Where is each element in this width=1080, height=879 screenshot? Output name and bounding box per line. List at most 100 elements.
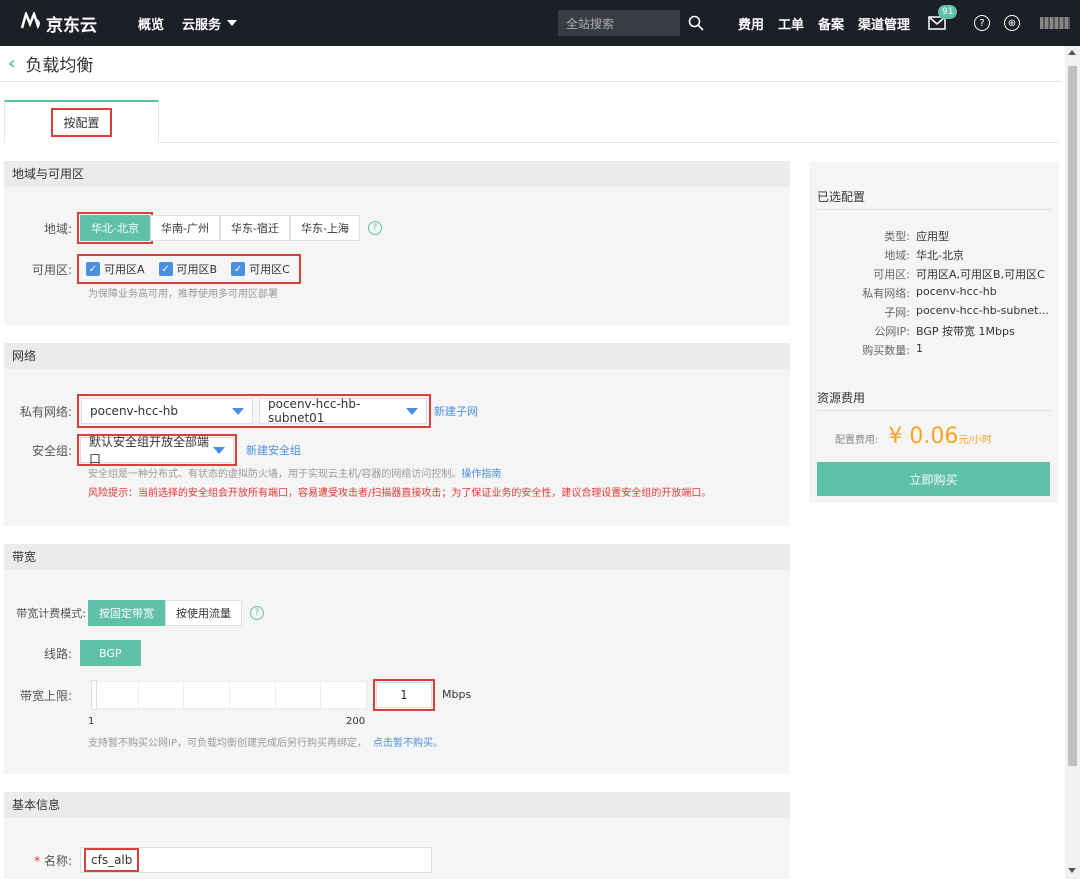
logo-text: 京东云 <box>46 15 97 36</box>
region-option-shanghai[interactable]: 华东-上海 <box>289 215 360 241</box>
az-checkbox-a[interactable]: ✓ 可用区A <box>86 261 145 277</box>
line-bgp-button[interactable]: BGP <box>80 640 141 666</box>
summary-row-subnet: 子网: pocenv-hcc-hb-subnet... <box>884 304 1049 319</box>
vpc-select[interactable]: pocenv-hcc-hb <box>81 398 253 424</box>
bandwidth-input[interactable]: 1 <box>373 679 435 711</box>
sg-hint-text: 安全组是一种分布式、有状态的虚拟防火墙，用于实现云主机/容器的网络访问控制。 <box>88 469 462 480</box>
summary-row-region: 地域: 华北-北京 <box>884 249 964 262</box>
nav-overview[interactable]: 概览 <box>138 14 164 33</box>
az-a-label: 可用区A <box>104 263 145 276</box>
global-search-input[interactable]: 全站搜索 <box>557 10 680 36</box>
scroll-up-icon[interactable] <box>1068 50 1076 55</box>
bandwidth-note-text: 支持暂不购买公网IP，可负载均衡创建完成后另行购买再绑定， <box>88 738 367 749</box>
top-nav-bar: 京东云 概览 云服务 全站搜索 费用 工单 备案 渠道管理 91 ? ⊕ <box>0 0 1080 46</box>
az-hint: 为保障业务高可用，推荐使用多可用区部署 <box>88 289 278 300</box>
purchase-tabs: 按配置 <box>4 100 1059 143</box>
message-count-badge: 91 <box>938 5 958 19</box>
sg-guide-link[interactable]: 操作指南 <box>461 465 501 480</box>
subnet-select[interactable]: pocenv-hcc-hb-subnet01 <box>259 397 427 425</box>
az-c-label: 可用区C <box>249 263 290 276</box>
sg-row: 安全组: 默认安全组开放全部端口 新建安全组 <box>4 434 301 466</box>
region-option-beijing[interactable]: 华北-北京 <box>77 212 153 244</box>
price-value: ¥ 0.06 <box>888 424 959 449</box>
mode-fixed-bandwidth[interactable]: 按固定带宽 <box>88 600 165 626</box>
billing-help-icon[interactable]: ? <box>250 606 264 620</box>
back-arrow-icon[interactable]: ‹ <box>8 53 15 74</box>
checkmark-icon: ✓ <box>86 262 100 276</box>
vpc-label: 私有网络: <box>19 404 72 419</box>
summary-row-vpc: 私有网络: pocenv-hcc-hb <box>862 285 997 300</box>
order-summary-panel: 已选配置 类型: 应用型 地域: 华北-北京 可用区: 可用区A,可用区B,可用区C … <box>809 162 1059 503</box>
skip-ip-link[interactable]: 点击暂不购买。 <box>373 734 443 749</box>
slider-min: 1 <box>88 716 95 727</box>
security-group-select[interactable]: 默认安全组开放全部端口 <box>77 434 237 466</box>
jdcloud-logo[interactable]: 京东云 <box>20 10 120 36</box>
page-header: ‹ 负载均衡 <box>0 46 1062 82</box>
slider-max: 200 <box>346 716 366 727</box>
section-title: 带宽 <box>4 544 790 570</box>
line-label: 线路: <box>43 646 72 661</box>
line-row: 线路: BGP <box>4 640 141 666</box>
bandwidth-section: 带宽 带宽计费模式: 按固定带宽 按使用流量 ? 线路: BGP 带宽上限: 1… <box>4 544 790 774</box>
bandwidth-note: 支持暂不购买公网IP，可负载均衡创建完成后另行购买再绑定， 点击暂不购买。 <box>88 734 443 749</box>
page-scrollbar[interactable] <box>1065 46 1080 879</box>
user-avatar[interactable] <box>1040 17 1070 29</box>
region-option-suqian[interactable]: 华东-宿迁 <box>219 215 290 241</box>
nav-cloud-services-label: 云服务 <box>182 17 222 33</box>
region-section: 地域与可用区 地域: 华北-北京 华南-广州 华东-宿迁 华东-上海 ? 可用区… <box>4 161 790 325</box>
scroll-down-icon[interactable] <box>1068 868 1076 873</box>
name-input[interactable]: cfs_alb <box>80 847 432 873</box>
vpc-select-group: pocenv-hcc-hb pocenv-hcc-hb-subnet01 <box>77 394 431 428</box>
nav-filing[interactable]: 备案 <box>818 14 844 33</box>
search-icon[interactable] <box>680 10 712 36</box>
billing-mode-label: 带宽计费模式: <box>16 607 86 620</box>
price-row: 配置费用: ¥ 0.06 元/小时 <box>835 424 992 449</box>
nav-cloud-services[interactable]: 云服务 <box>182 14 238 33</box>
billing-mode-selector: 按固定带宽 按使用流量 <box>88 600 242 626</box>
region-help-icon[interactable]: ? <box>367 221 382 235</box>
sg-label: 安全组: <box>31 443 72 458</box>
nav-billing[interactable]: 费用 <box>738 14 764 33</box>
mode-traffic[interactable]: 按使用流量 <box>165 600 242 626</box>
vpc-row: 私有网络: pocenv-hcc-hb pocenv-hcc-hb-subnet… <box>4 394 478 428</box>
sg-hint: 安全组是一种分布式、有状态的虚拟防火墙，用于实现云主机/容器的网络访问控制。 操… <box>88 465 501 480</box>
new-security-group-link[interactable]: 新建安全组 <box>246 442 301 458</box>
section-title: 网络 <box>4 343 790 369</box>
basic-info-section: 基本信息 * 名称: cfs_alb <box>4 792 790 879</box>
summary-title: 已选配置 <box>817 190 866 204</box>
slider-handle[interactable] <box>91 680 97 710</box>
az-checkbox-group: ✓ 可用区A ✓ 可用区B ✓ 可用区C <box>77 254 301 284</box>
summary-row-ip: 公网IP: BGP 按带宽 1Mbps <box>874 325 1015 338</box>
bandwidth-slider[interactable] <box>91 680 368 710</box>
region-row: 地域: 华北-北京 华南-广州 华东-宿迁 华东-上海 ? <box>4 212 382 244</box>
az-checkbox-c[interactable]: ✓ 可用区C <box>231 261 290 277</box>
region-option-guangzhou[interactable]: 华南-广州 <box>149 215 220 241</box>
chevron-down-icon <box>232 407 244 415</box>
checkmark-icon: ✓ <box>231 262 246 276</box>
region-label: 地域: <box>43 221 72 236</box>
billing-mode-row: 带宽计费模式: 按固定带宽 按使用流量 ? <box>4 600 264 626</box>
required-mark: * <box>34 853 41 868</box>
limit-label: 带宽上限: <box>19 689 72 703</box>
az-checkbox-b[interactable]: ✓ 可用区B <box>158 261 217 277</box>
name-label-text: 名称: <box>43 853 72 868</box>
name-value: cfs_alb <box>83 848 140 872</box>
fee-title: 资源费用 <box>817 391 866 405</box>
network-section: 网络 私有网络: pocenv-hcc-hb pocenv-hcc-hb-sub… <box>4 343 790 526</box>
nav-channel[interactable]: 渠道管理 <box>858 14 910 33</box>
region-selector: 华北-北京 华南-广州 华东-宿迁 华东-上海 <box>77 212 360 244</box>
sg-value: 默认安全组开放全部端口 <box>89 435 210 466</box>
chevron-down-icon <box>213 446 225 454</box>
bandwidth-unit: Mbps <box>442 688 472 701</box>
chevron-down-icon <box>227 20 238 26</box>
nav-tickets[interactable]: 工单 <box>778 14 804 33</box>
scroll-thumb[interactable] <box>1068 66 1077 766</box>
tab-by-config[interactable]: 按配置 <box>4 100 159 143</box>
new-subnet-link[interactable]: 新建子网 <box>434 403 478 419</box>
name-label: * 名称: <box>4 852 80 869</box>
language-icon[interactable]: ⊕ <box>1004 15 1020 31</box>
buy-now-button[interactable]: 立即购买 <box>817 462 1050 496</box>
section-title: 基本信息 <box>4 792 790 818</box>
messages-button[interactable]: 91 <box>928 5 958 33</box>
help-icon[interactable]: ? <box>974 15 990 31</box>
